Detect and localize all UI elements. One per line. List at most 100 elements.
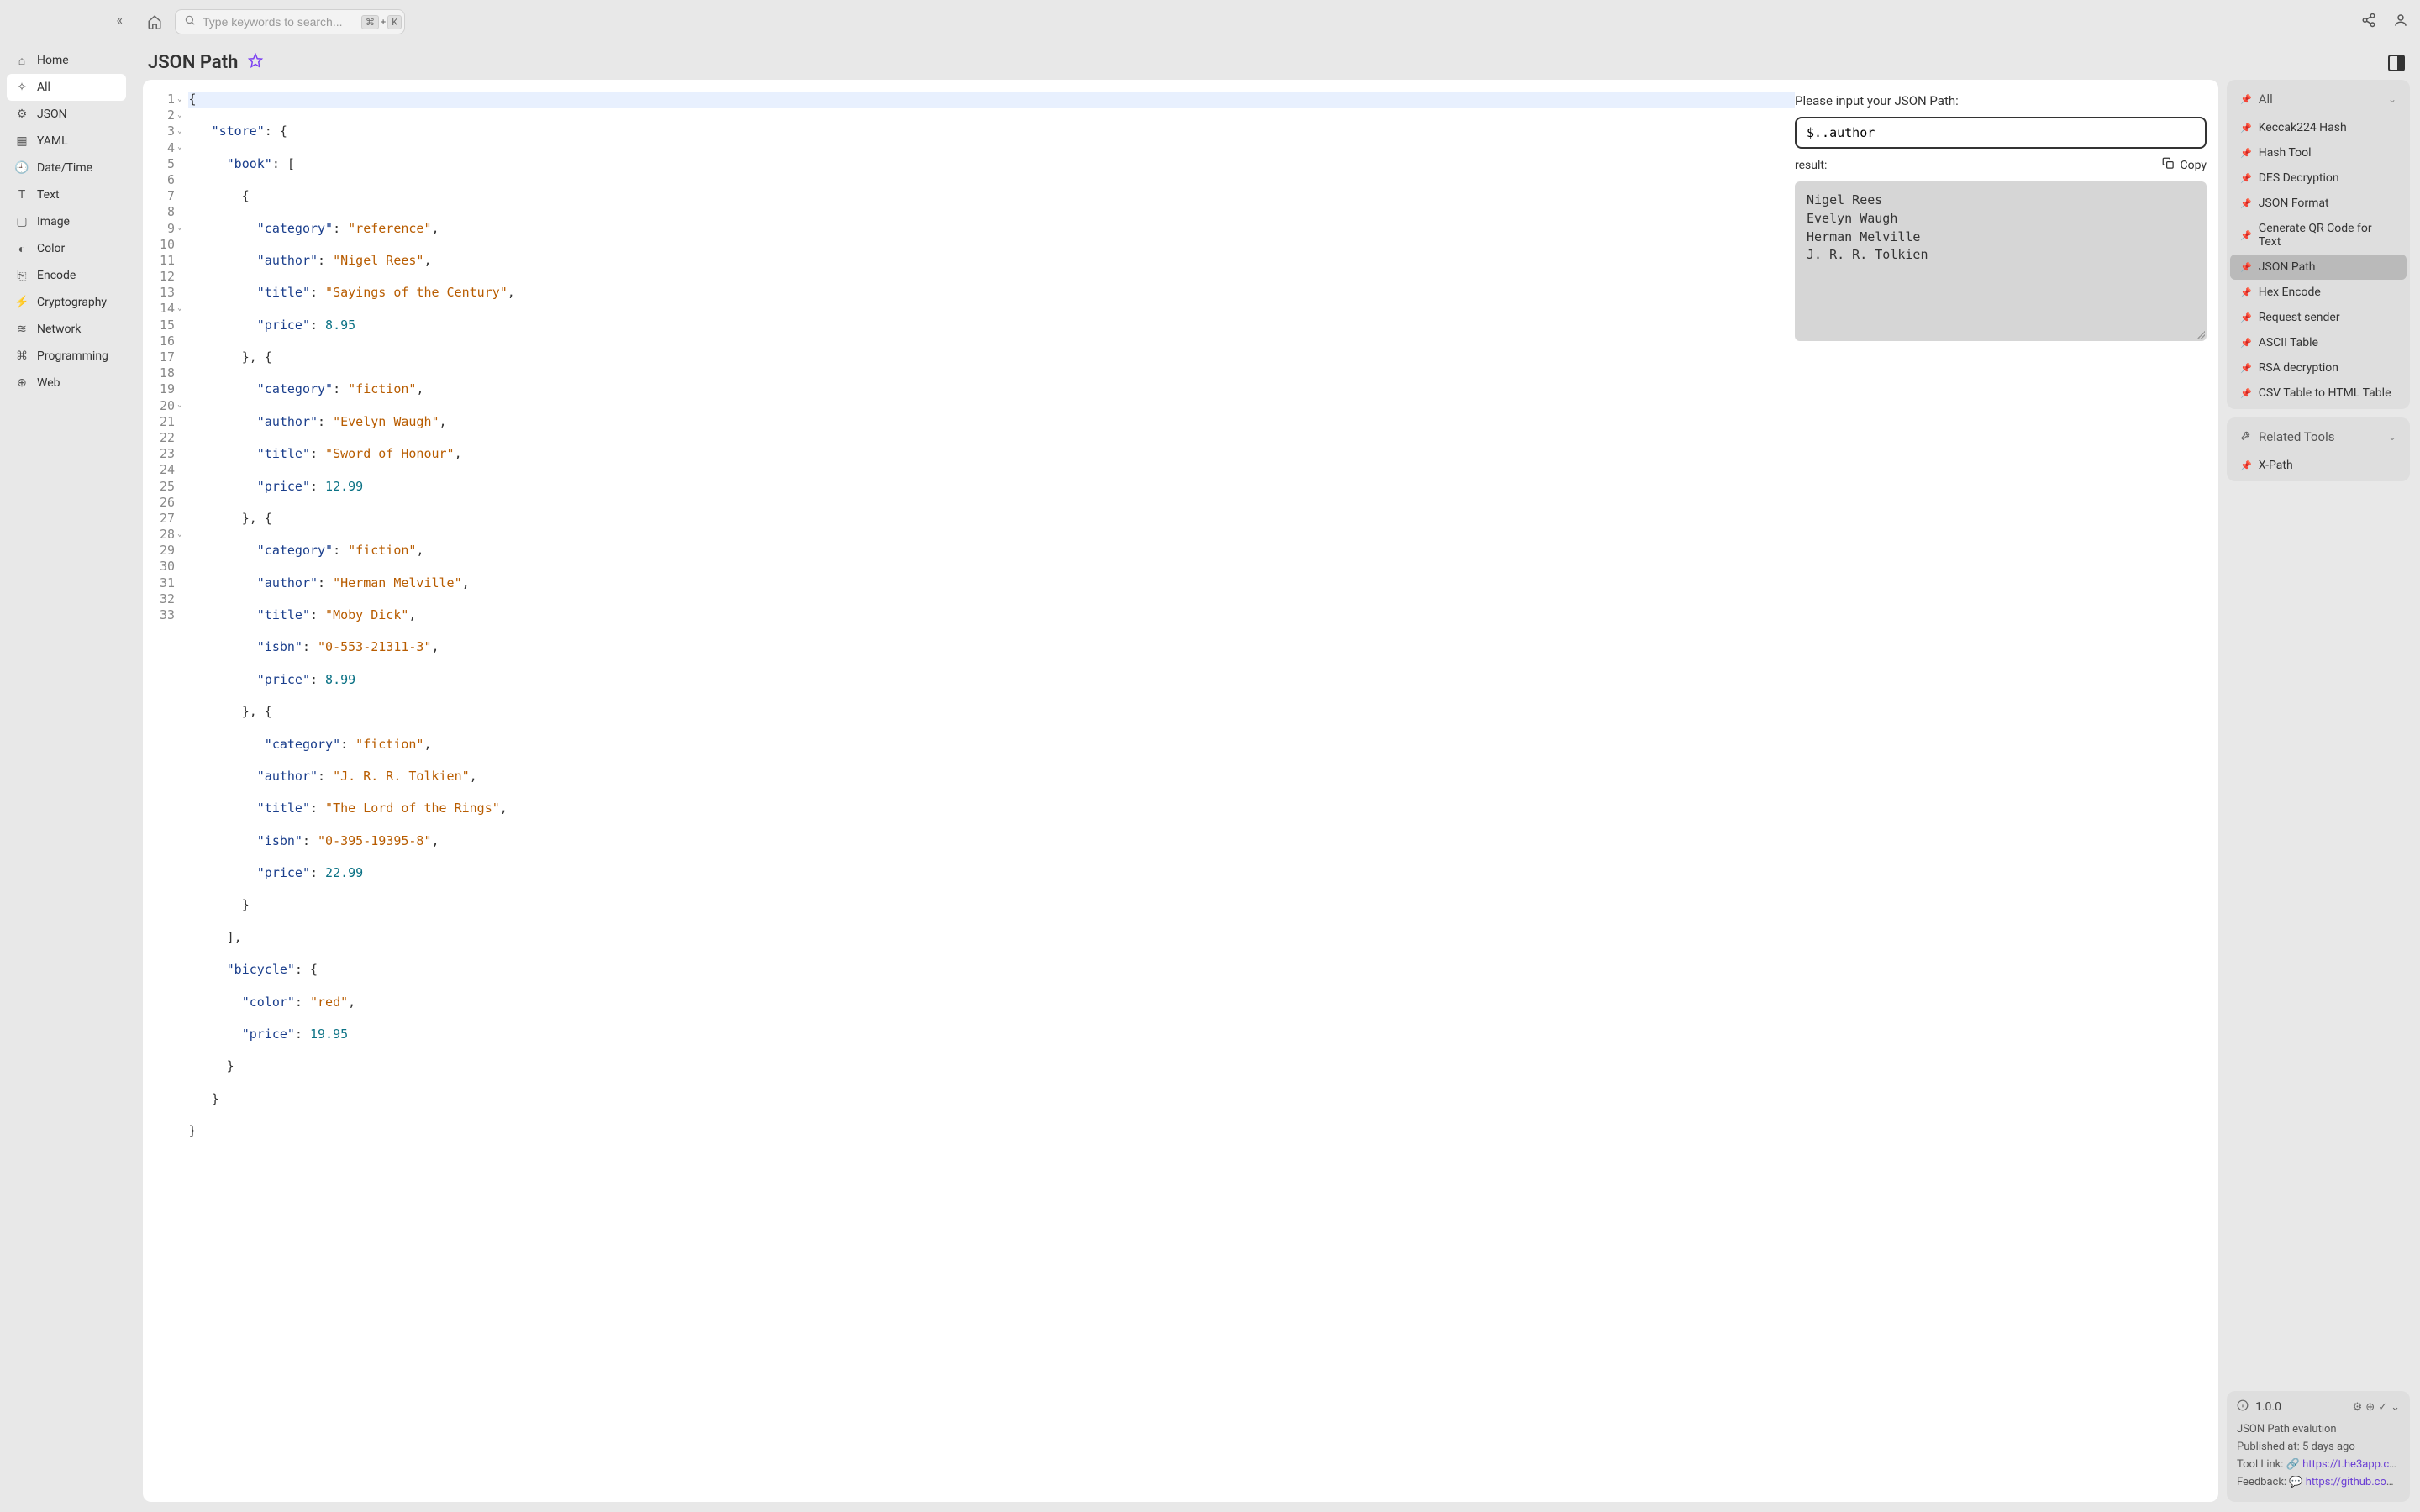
sidebar-item-yaml[interactable]: ▦YAML — [7, 128, 126, 155]
tool-item-csv-table-to-html-table[interactable]: 📌CSV Table to HTML Table — [2230, 381, 2407, 406]
cryptography-icon: ⚡ — [15, 296, 29, 309]
pin-icon: 📌 — [2240, 388, 2252, 399]
tool-item-label: Hash Tool — [2259, 146, 2312, 160]
tool-item-label: Generate QR Code for Text — [2259, 222, 2396, 249]
topbar-actions — [2361, 13, 2408, 31]
sidebar-item-label: Encode — [37, 269, 76, 282]
code-lines[interactable]: { "store": { "book": [ { "category": "re… — [188, 92, 1795, 1490]
tool-item-ascii-table[interactable]: 📌ASCII Table — [2230, 330, 2407, 355]
search-input[interactable] — [203, 15, 355, 29]
plug-icon[interactable]: ⚙ — [2353, 1401, 2363, 1414]
sidebar-item-encode[interactable]: ⎘ Encode — [7, 262, 126, 289]
yaml-icon: ▦ — [15, 134, 29, 148]
encode-icon: ⎘ — [15, 269, 29, 282]
color-icon: ◐ — [15, 242, 29, 255]
sidebar-item-label: Home — [37, 54, 69, 67]
sidebar-item-web[interactable]: ⊕Web — [7, 370, 126, 396]
content: 1⌄2⌄3⌄4⌄5⌄6⌄7⌄8⌄9⌄10⌄11⌄12⌄13⌄14⌄15⌄16⌄1… — [133, 80, 2420, 1512]
tool-item-des-decryption[interactable]: 📌DES Decryption — [2230, 165, 2407, 191]
info-published: Published at: 5 days ago — [2237, 1441, 2400, 1453]
chevron-down-icon[interactable]: ⌄ — [2391, 1401, 2400, 1414]
pin-icon: 📌 — [2240, 173, 2252, 184]
jsonpath-input-label: Please input your JSON Path: — [1795, 93, 2207, 108]
pin-icon: 📌 — [2240, 230, 2252, 241]
globe-icon[interactable]: ⊕ — [2365, 1401, 2375, 1414]
sidebar-item-image[interactable]: ▢ Image — [7, 208, 126, 235]
all-tools-header[interactable]: 📌 All ⌄ — [2230, 83, 2407, 115]
info-description: JSON Path evalution — [2237, 1423, 2400, 1436]
tool-item-keccak224-hash[interactable]: 📌 Keccak224 Hash — [2230, 115, 2407, 140]
search-box[interactable]: ⌘ + K — [175, 9, 405, 34]
rightbar: 📌 All ⌄ 📌 Keccak224 Hash 📌 Hash Tool 📌DES De… — [2227, 80, 2410, 1502]
sidebar-item-date-time[interactable]: 🕘 Date/Time — [7, 155, 126, 181]
main: ⌘ + K JSON Path 1⌄2⌄3⌄4⌄5⌄6⌄7⌄8⌄9⌄10⌄11⌄… — [133, 0, 2420, 1512]
tool-item-json-format[interactable]: 📌JSON Format — [2230, 191, 2407, 216]
tool-item-generate-qr-code-for-text[interactable]: 📌 Generate QR Code for Text — [2230, 216, 2407, 255]
sidebar-item-cryptography[interactable]: ⚡Cryptography — [7, 289, 126, 316]
network-icon: ≋ — [15, 323, 29, 336]
tool-item-label: Hex Encode — [2259, 286, 2321, 299]
tool-link[interactable]: https://t.he3app.co… — [2302, 1458, 2400, 1471]
sidebar-item-color[interactable]: ◐Color — [7, 235, 126, 262]
info-panel: 1.0.0 ⚙ ⊕ ✓ ⌄ JSON Path evalution Publis… — [2227, 1391, 2410, 1502]
favorite-star-button[interactable] — [248, 53, 263, 72]
pin-icon: 📌 — [2240, 287, 2252, 298]
tool-item-hash-tool[interactable]: 📌 Hash Tool — [2230, 140, 2407, 165]
share-icon[interactable] — [2361, 13, 2376, 31]
tool-item-rsa-decryption[interactable]: 📌RSA decryption — [2230, 355, 2407, 381]
check-icon[interactable]: ✓ — [2378, 1401, 2387, 1414]
date-time-icon: 🕘 — [15, 161, 29, 175]
image-icon: ▢ — [15, 215, 29, 228]
sidebar-item-home[interactable]: ⌂Home — [7, 47, 126, 74]
sidebar-item-label: Date/Time — [37, 161, 92, 175]
pin-icon: 📌 — [2240, 148, 2252, 159]
tool-item-hex-encode[interactable]: 📌 Hex Encode — [2230, 280, 2407, 305]
sidebar-item-all[interactable]: ✧ All — [7, 74, 126, 101]
all-tools-panel: 📌 All ⌄ 📌 Keccak224 Hash 📌 Hash Tool 📌DES De… — [2227, 80, 2410, 409]
jsonpath-input[interactable] — [1795, 117, 2207, 149]
result-output[interactable]: Nigel Rees Evelyn Waugh Herman Melville … — [1795, 181, 2207, 341]
pin-icon: 📌 — [2240, 262, 2252, 273]
all-tools-list: 📌 Keccak224 Hash 📌 Hash Tool 📌DES Decryption… — [2230, 115, 2407, 406]
feedback-link[interactable]: https://github.com/… — [2306, 1476, 2400, 1488]
info-feedback: Feedback: 💬 https://github.com/… — [2237, 1476, 2400, 1488]
sidebar: « ⌂Home ✧ All ⚙JSON▦YAML 🕘 Date/Time TText ▢ Ima… — [0, 0, 133, 1512]
info-tool-link: Tool Link: 🔗 https://t.he3app.co… — [2237, 1458, 2400, 1471]
tool-item-json-path[interactable]: 📌 JSON Path — [2230, 255, 2407, 280]
tool-item-label: Keccak224 Hash — [2259, 121, 2347, 134]
sidebar-item-json[interactable]: ⚙JSON — [7, 101, 126, 128]
line-gutter: 1⌄2⌄3⌄4⌄5⌄6⌄7⌄8⌄9⌄10⌄11⌄12⌄13⌄14⌄15⌄16⌄1… — [155, 92, 188, 1490]
user-icon[interactable] — [2393, 13, 2408, 31]
jsonpath-column: Please input your JSON Path: result: Cop… — [1795, 92, 2207, 1490]
tool-item-request-sender[interactable]: 📌Request sender — [2230, 305, 2407, 330]
home-button[interactable] — [145, 12, 165, 32]
tool-item-label: JSON Format — [2259, 197, 2329, 210]
chevron-down-icon: ⌄ — [2388, 431, 2396, 443]
copy-result-button[interactable]: Copy — [2162, 157, 2207, 173]
tool-item-label: Request sender — [2259, 311, 2340, 324]
sidebar-item-label: Image — [37, 215, 70, 228]
tool-item-label: RSA decryption — [2259, 361, 2338, 375]
collapse-sidebar-button[interactable]: « — [116, 12, 123, 28]
tool-item-label: JSON Path — [2259, 260, 2316, 274]
sidebar-item-programming[interactable]: ⌘Programming — [7, 343, 126, 370]
search-shortcut: ⌘ + K — [361, 15, 402, 29]
wrench-icon — [2240, 429, 2252, 444]
chevron-down-icon: ⌄ — [2388, 93, 2396, 105]
code-editor[interactable]: 1⌄2⌄3⌄4⌄5⌄6⌄7⌄8⌄9⌄10⌄11⌄12⌄13⌄14⌄15⌄16⌄1… — [155, 92, 1795, 1490]
sidebar-item-text[interactable]: TText — [7, 181, 126, 208]
pin-icon: 📌 — [2240, 123, 2252, 134]
sidebar-item-label: Network — [37, 323, 81, 336]
message-icon: 💬 — [2289, 1476, 2302, 1488]
related-tools-header[interactable]: Related Tools ⌄ — [2230, 421, 2407, 453]
pin-icon: 📌 — [2240, 460, 2252, 471]
sidebar-item-label: All — [37, 81, 50, 94]
sidebar-item-label: JSON — [37, 108, 67, 121]
editor-panel: 1⌄2⌄3⌄4⌄5⌄6⌄7⌄8⌄9⌄10⌄11⌄12⌄13⌄14⌄15⌄16⌄1… — [143, 80, 2218, 1502]
all-icon: ✧ — [15, 81, 29, 94]
related-item-x-path[interactable]: 📌X-Path — [2230, 453, 2407, 478]
sidebar-item-network[interactable]: ≋ Network — [7, 316, 126, 343]
link-icon: 🔗 — [2286, 1458, 2300, 1471]
topbar: ⌘ + K — [133, 0, 2420, 44]
toggle-right-panel-button[interactable] — [2388, 55, 2405, 71]
